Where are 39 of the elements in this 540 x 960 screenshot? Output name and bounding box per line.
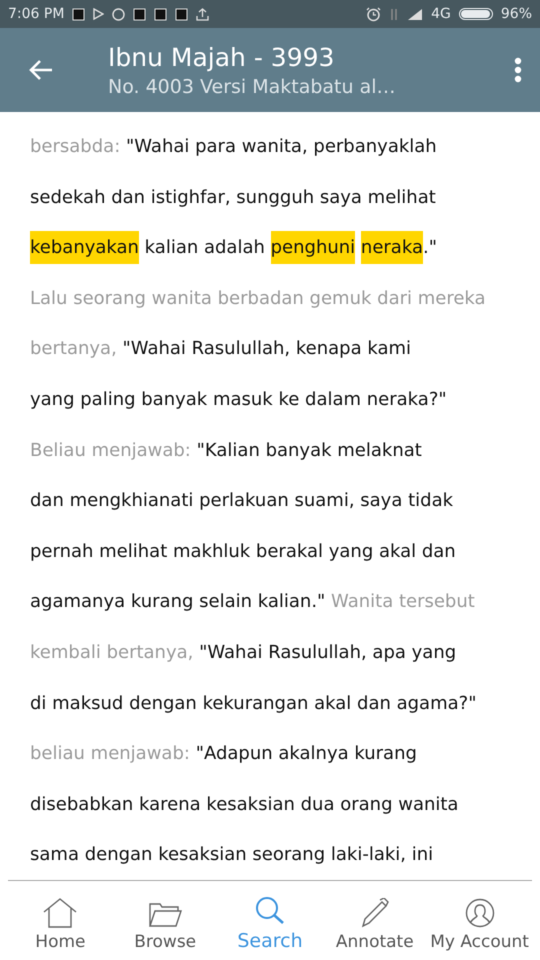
person-icon — [464, 898, 495, 928]
page-title: Ibnu Majah - 3993 — [108, 42, 336, 72]
back-arrow-icon — [28, 59, 54, 81]
text-line: Lalu seorang wanita berbadan gemuk dari mereka — [30, 286, 487, 311]
text-line: pernah melihat makhluk berakal yang akal dan — [30, 540, 457, 564]
battery-icon — [458, 8, 493, 20]
pen-icon — [360, 898, 390, 928]
text-line: kebanyakan kalian adalah penghuni neraka." — [30, 223, 540, 274]
nav-tab[interactable]: Browse — [112, 881, 218, 960]
battery-percent: 96% — [500, 6, 532, 22]
clock-time: 7:06 PM — [8, 6, 64, 22]
page-subtitle: No. 4003 Versi Maktabatu al… — [108, 76, 397, 98]
alarm-icon — [366, 6, 382, 22]
text-line: sedekah dan istighfar, sungguh saya melihat — [30, 186, 437, 210]
text-line: kembali bertanya, "Wahai Rasulullah, apa yang — [30, 640, 458, 665]
text-line: sama dengan kesaksian seorang laki-laki, ini — [30, 843, 434, 868]
text-line: Beliau menjawab: "Kalian banyak melaknat — [30, 438, 423, 463]
text-line: di maksud dengan kekurangan akal dan agama?" — [30, 692, 478, 716]
play-icon — [93, 8, 104, 20]
text-line: yang paling banyak masuk ke dalam neraka?" — [30, 388, 448, 412]
more-options-icon — [514, 57, 522, 83]
data-arrows-icon — [389, 8, 400, 20]
back-button[interactable] — [28, 59, 54, 81]
text-line: bertanya, "Wahai Rasulullah, kenapa kami — [30, 337, 412, 362]
signal-icon — [407, 8, 424, 20]
text-line: agamanya kurang selain kalian." Wanita tersebut — [30, 590, 476, 614]
folder-icon — [148, 902, 182, 928]
more-options-button[interactable] — [514, 57, 522, 83]
text-line: disebabkan karena kesaksian dua orang wanita — [30, 792, 460, 817]
nav-tab[interactable]: Home — [8, 881, 113, 960]
text-line: dan mengkhianati perlakuan suami, saya tidak — [30, 489, 454, 514]
nav-tab[interactable]: My Account — [427, 881, 532, 960]
home-icon — [42, 898, 78, 928]
network-type: 4G — [431, 6, 451, 22]
search-icon — [254, 896, 285, 926]
text-line: bersabda: "Wahai para wanita, perbanyaklah — [30, 135, 438, 159]
text-line: beliau menjawab: "Adapun akalnya kurang — [30, 742, 418, 766]
upload-icon — [196, 8, 210, 20]
nav-tab[interactable]: Annotate — [322, 881, 428, 960]
